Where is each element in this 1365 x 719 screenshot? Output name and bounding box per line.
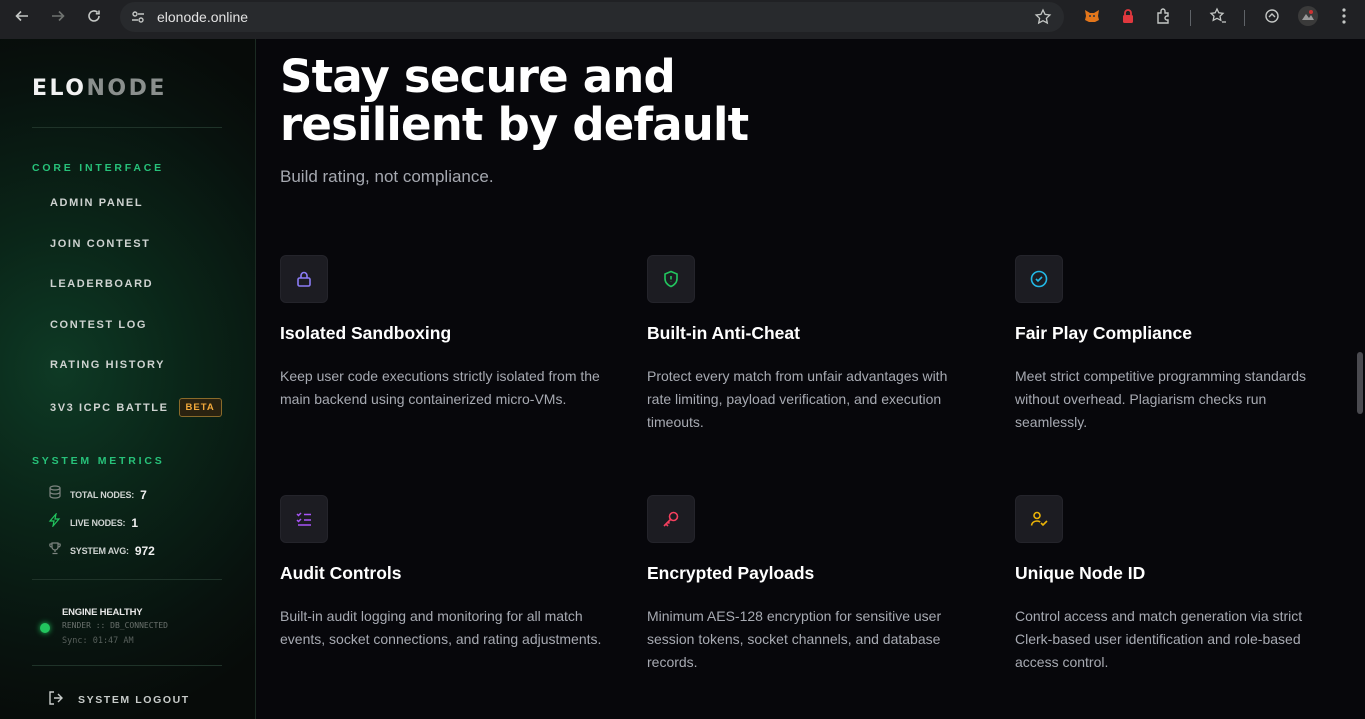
sync-icon[interactable] [1260, 4, 1284, 28]
feature-card: Unique Node ID Control access and match … [1015, 495, 1345, 674]
main-content: Stay secure and resilient by default Bui… [257, 39, 1365, 719]
menu-kebab-icon[interactable] [1332, 4, 1356, 28]
card-text: Control access and match generation via … [1015, 608, 1303, 670]
forward-icon[interactable] [46, 4, 70, 28]
card-title: Isolated Sandboxing [280, 323, 452, 343]
card-title: Fair Play Compliance [1015, 323, 1193, 343]
shield-icon [647, 255, 695, 303]
browser-toolbar: elonode.online [0, 0, 1365, 39]
bookmarks-icon[interactable] [1206, 4, 1230, 28]
status-indicator [40, 623, 50, 633]
sidebar-item-icpc-battle[interactable]: 3V3 ICPC BATTLE BETA [50, 398, 222, 417]
section-core-interface: CORE INTERFACE [32, 162, 164, 174]
lock-extension-icon[interactable] [1116, 4, 1140, 28]
sidebar-item-label: ADMIN PANEL [50, 197, 144, 209]
scrollbar-thumb[interactable] [1357, 352, 1363, 414]
toolbar-divider [1244, 10, 1245, 26]
feature-card: Audit Controls Built-in audit logging an… [280, 495, 610, 651]
beta-badge: BETA [178, 398, 222, 417]
key-icon [647, 495, 695, 543]
profile-avatar-icon[interactable] [1296, 4, 1320, 28]
url-text: elonode.online [157, 9, 249, 25]
sidebar-item-label: RATING HISTORY [50, 359, 166, 371]
sidebar-item-label: JOIN CONTEST [50, 238, 151, 250]
bolt-icon [48, 511, 62, 532]
user-check-icon [1015, 495, 1063, 543]
sidebar-divider [32, 665, 222, 666]
feature-card: Fair Play Compliance Meet strict competi… [1015, 255, 1345, 434]
site-info-icon[interactable] [130, 9, 146, 30]
section-system-metrics: SYSTEM METRICS [32, 455, 165, 467]
card-title: Unique Node ID [1015, 563, 1146, 583]
database-icon [48, 485, 62, 504]
sidebar-item-label: CONTEST LOG [50, 319, 148, 331]
metric-system-avg: SYSTEM AVG: 972 [48, 541, 155, 560]
page-subheading: Build rating, not compliance. [280, 167, 494, 186]
sidebar-item-label: 3V3 ICPC BATTLE [50, 401, 169, 414]
engine-status-sub: RENDER :: DB_CONNECTED [62, 621, 168, 630]
check-circle-icon [1015, 255, 1063, 303]
page-heading: Stay secure and resilient by default [280, 50, 749, 151]
sidebar-item-leaderboard[interactable]: LEADERBOARD [50, 278, 153, 290]
metamask-extension-icon[interactable] [1080, 4, 1104, 28]
metric-value: 972 [134, 543, 155, 558]
lock-icon [280, 255, 328, 303]
sidebar: ELONODE CORE INTERFACE ADMIN PANEL JOIN … [0, 39, 256, 719]
bookmark-star-icon[interactable] [1034, 8, 1052, 31]
feature-card: Isolated Sandboxing Keep user code execu… [280, 255, 610, 411]
reload-icon[interactable] [82, 4, 106, 28]
sidebar-item-contest-log[interactable]: CONTEST LOG [50, 319, 147, 331]
extensions-puzzle-icon[interactable] [1152, 4, 1176, 28]
logo-primary: ELO [32, 76, 87, 101]
back-icon[interactable] [10, 4, 34, 28]
card-text: Meet strict competitive programming stan… [1015, 368, 1306, 430]
card-title: Audit Controls [280, 563, 402, 583]
metric-value: 7 [140, 487, 147, 502]
metric-label: LIVE NODES: [70, 517, 126, 528]
logo-secondary: NODE [86, 76, 167, 101]
checklist-icon [280, 495, 328, 543]
address-bar[interactable]: elonode.online [120, 2, 1064, 32]
card-text: Minimum AES-128 encryption for sensitive… [647, 608, 942, 670]
metric-total-nodes: TOTAL NODES: 7 [48, 485, 147, 504]
metric-live-nodes: LIVE NODES: 1 [48, 511, 138, 532]
sidebar-divider [32, 127, 222, 128]
logout-label: SYSTEM LOGOUT [78, 693, 190, 706]
trophy-icon [48, 541, 62, 560]
card-text: Built-in audit logging and monitoring fo… [280, 608, 602, 647]
sidebar-item-admin-panel[interactable]: ADMIN PANEL [50, 197, 143, 209]
engine-sync-time: Sync: 01:47 AM [62, 636, 134, 646]
sidebar-divider [32, 579, 222, 580]
card-title: Built-in Anti-Cheat [647, 323, 800, 343]
card-text: Keep user code executions strictly isola… [280, 368, 600, 407]
metric-label: SYSTEM AVG: [70, 545, 129, 556]
toolbar-divider [1190, 10, 1191, 26]
card-text: Protect every match from unfair advantag… [647, 368, 948, 430]
logout-button[interactable]: SYSTEM LOGOUT [48, 690, 190, 709]
sidebar-item-rating-history[interactable]: RATING HISTORY [50, 359, 165, 371]
logo[interactable]: ELONODE [32, 76, 167, 101]
metric-label: TOTAL NODES: [70, 489, 135, 500]
card-title: Encrypted Payloads [647, 563, 815, 583]
feature-card: Built-in Anti-Cheat Protect every match … [647, 255, 977, 434]
metric-value: 1 [131, 515, 138, 530]
feature-card: Encrypted Payloads Minimum AES-128 encry… [647, 495, 977, 674]
sidebar-item-label: LEADERBOARD [50, 278, 154, 290]
logout-icon [48, 690, 64, 709]
sidebar-item-join-contest[interactable]: JOIN CONTEST [50, 238, 151, 250]
engine-status-title: ENGINE HEALTHY [62, 607, 143, 618]
